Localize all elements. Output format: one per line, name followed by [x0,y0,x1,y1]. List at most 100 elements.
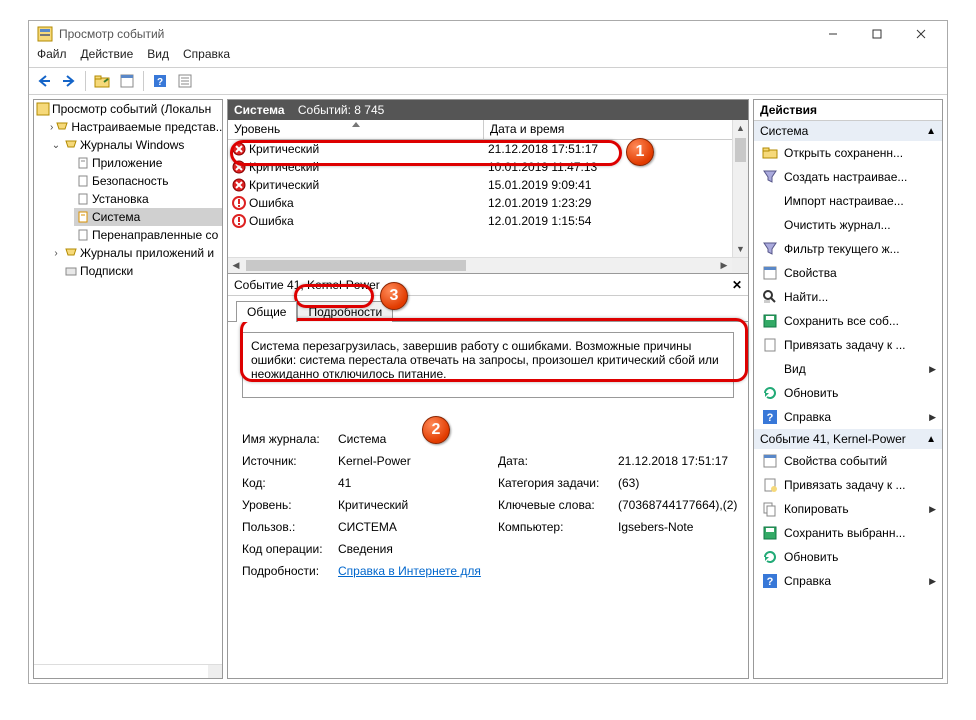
tree-forwarded[interactable]: Перенаправленные со [74,226,222,244]
action-item[interactable]: Очистить журнал... [754,213,942,237]
toolbar-list-button[interactable] [174,70,196,92]
action-item[interactable]: Привязать задачу к ... [754,473,942,497]
scroll-down-icon[interactable]: ▼ [733,241,748,257]
lbl-comp: Компьютер: [498,520,618,534]
collapse-icon[interactable]: ▲ [926,434,936,445]
action-item[interactable]: Обновить [754,545,942,569]
detail-title: Событие 41, Kernel-Power [234,278,380,292]
actions-section-system: Система ▲ [754,121,942,141]
svg-text:?: ? [767,412,774,424]
refresh-icon [762,385,778,401]
tree-custom-views[interactable]: ›Настраиваемые представ... [48,118,222,136]
val-user: СИСТЕМА [338,520,498,534]
action-item[interactable]: Импорт настраивае... [754,189,942,213]
lbl-op: Код операции: [242,542,338,556]
detail-header: Событие 41, Kernel-Power ✕ [228,274,748,296]
help-link[interactable]: Справка в Интернете для [338,564,748,578]
grid-hscrollbar[interactable]: ◀ ▶ [228,257,748,273]
col-date[interactable]: Дата и время [484,120,748,139]
save-icon [762,525,778,541]
action-item[interactable]: Сохранить выбранн... [754,521,942,545]
action-item[interactable]: Вид▶ [754,357,942,381]
nav-fwd-button[interactable] [58,70,80,92]
lbl-code: Код: [242,476,338,490]
tree-app[interactable]: Приложение [74,154,222,172]
val-op: Сведения [338,542,748,556]
lbl-cat: Категория задачи: [498,476,618,490]
action-item[interactable]: Свойства событий [754,449,942,473]
nav-back-button[interactable] [33,70,55,92]
detail-tabs: Общие Подробности [228,296,748,322]
detail-content: Система перезагрузилась, завершив работу… [228,322,748,678]
event-row[interactable]: Критический21.12.2018 17:51:17 [228,140,748,158]
menu-view[interactable]: Вид [147,47,169,67]
col-level[interactable]: Уровень [228,120,484,139]
funnel-icon [762,241,778,257]
tree-system[interactable]: Система [74,208,222,226]
collapse-icon[interactable]: ▲ [926,126,936,137]
minimize-button[interactable] [811,21,855,47]
toolbar-help-button[interactable]: ? [149,70,171,92]
action-item[interactable]: Копировать▶ [754,497,942,521]
nav-tree[interactable]: Просмотр событий (Локальн ›Настраиваемые… [33,99,223,679]
val-log: Система [338,432,748,446]
lbl-date: Дата: [498,454,618,468]
event-row[interactable]: Критический10.01.2019 11:47:13 [228,158,748,176]
toolbar-folder-button[interactable] [91,70,113,92]
maximize-button[interactable] [855,21,899,47]
tree-root[interactable]: Просмотр событий (Локальн [34,100,222,118]
val-comp: Igsebers-Note [618,520,748,534]
lbl-src: Источник: [242,454,338,468]
grid-body[interactable]: Критический21.12.2018 17:51:17Критически… [228,140,748,257]
close-button[interactable] [899,21,943,47]
titlebar: Просмотр событий [29,21,947,47]
tree-security[interactable]: Безопасность [74,172,222,190]
grid-vscrollbar[interactable]: ▲ ▼ [732,120,748,257]
error-icon [232,214,246,228]
detail-close-button[interactable]: ✕ [732,278,742,292]
action-item[interactable]: Сохранить все соб... [754,309,942,333]
menu-action[interactable]: Действие [81,47,134,67]
center-header: Система Событий: 8 745 [228,100,748,120]
tree-app-logs[interactable]: ›Журналы приложений и [48,244,222,262]
val-cat: (63) [618,476,748,490]
scroll-up-icon[interactable]: ▲ [733,120,748,136]
tree-setup[interactable]: Установка [74,190,222,208]
action-item[interactable]: Привязать задачу к ... [754,333,942,357]
toolbar-props-button[interactable] [116,70,138,92]
vscroll-thumb[interactable] [735,138,746,162]
lbl-user: Пользов.: [242,520,338,534]
chevron-right-icon: ▶ [929,504,936,515]
toolbar: ? [29,67,947,95]
tree-subscriptions[interactable]: Подписки [48,262,222,280]
action-item[interactable]: ?Справка▶ [754,405,942,429]
action-item[interactable]: Создать настраивае... [754,165,942,189]
scrollbar-corner [208,665,222,679]
event-row[interactable]: Ошибка12.01.2019 1:23:29 [228,194,748,212]
app-icon [37,26,53,42]
tree-windows-logs[interactable]: ⌄Журналы Windows [48,136,222,154]
tab-details[interactable]: Подробности [297,301,393,322]
clear-icon [762,217,778,233]
hscroll-thumb[interactable] [246,260,466,271]
save-icon [762,313,778,329]
tab-general[interactable]: Общие [236,301,297,322]
filter-new-icon [762,169,778,185]
menu-help[interactable]: Справка [183,47,230,67]
critical-icon [232,178,246,192]
event-row[interactable]: Критический15.01.2019 9:09:41 [228,176,748,194]
help-icon: ? [762,409,778,425]
action-item[interactable]: Найти... [754,285,942,309]
scroll-right-icon[interactable]: ▶ [716,258,732,273]
action-item[interactable]: Обновить [754,381,942,405]
event-row[interactable]: Ошибка12.01.2019 1:15:54 [228,212,748,230]
actions-section-event: Событие 41, Kernel-Power ▲ [754,429,942,449]
val-src: Kernel-Power [338,454,498,468]
event-grid: Уровень Дата и время Критический21.12.20… [228,120,748,274]
action-item[interactable]: Фильтр текущего ж... [754,237,942,261]
action-item[interactable]: Свойства [754,261,942,285]
action-item[interactable]: ?Справка▶ [754,569,942,593]
scroll-left-icon[interactable]: ◀ [228,258,244,273]
action-item[interactable]: Открыть сохраненн... [754,141,942,165]
menu-file[interactable]: Файл [37,47,67,67]
